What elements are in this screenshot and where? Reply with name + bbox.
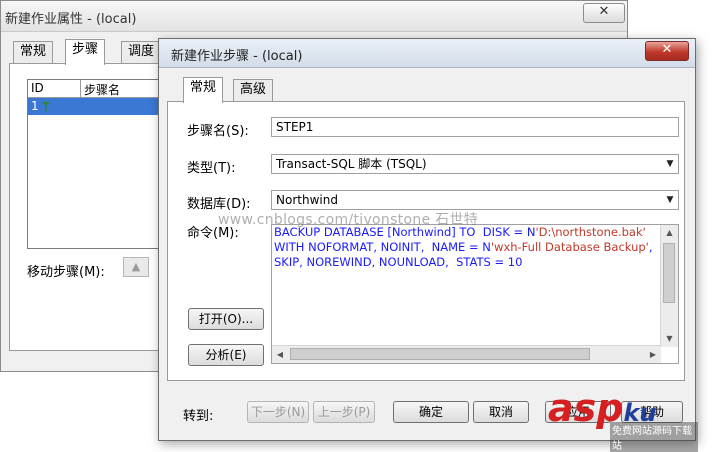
- chevron-down-icon[interactable]: ▼: [662, 191, 678, 209]
- horizontal-scrollbar[interactable]: ◀ ▶: [272, 345, 661, 363]
- column-id[interactable]: ID: [31, 81, 44, 95]
- tab-general[interactable]: 常规: [13, 41, 54, 63]
- job-properties-titlebar[interactable]: 新建作业属性 - (local) ✕: [1, 1, 627, 32]
- cancel-button[interactable]: 取消: [473, 401, 529, 423]
- logo-subtitle: 免费网站源码下载站: [610, 422, 698, 452]
- job-properties-close-button[interactable]: ✕: [583, 3, 625, 23]
- chevron-down-icon[interactable]: ▼: [662, 155, 678, 173]
- prev-step-button[interactable]: 上一步(P): [313, 401, 375, 423]
- next-step-button[interactable]: 下一步(N): [247, 401, 309, 423]
- parse-button[interactable]: 分析(E): [188, 344, 264, 366]
- step-flag-icon: [42, 101, 50, 112]
- ok-button[interactable]: 确定: [393, 401, 469, 423]
- scroll-left-icon[interactable]: ◀: [272, 346, 288, 363]
- horizontal-scroll-thumb[interactable]: [290, 348, 590, 360]
- database-select-value: Northwind: [276, 193, 338, 207]
- step-row[interactable]: 1: [28, 98, 166, 115]
- job-properties-title: 新建作业属性 - (local): [5, 12, 137, 27]
- tab-schedule[interactable]: 调度: [121, 41, 162, 63]
- dialog-title: 新建作业步骤 - (local): [171, 49, 303, 64]
- up-arrow-icon: ▲: [131, 260, 141, 273]
- command-text[interactable]: BACKUP DATABASE [Northwind] TO DISK = N'…: [274, 225, 662, 270]
- scroll-up-icon[interactable]: ▲: [661, 225, 678, 241]
- vertical-scroll-thumb[interactable]: [663, 243, 675, 303]
- column-separator: [80, 80, 81, 97]
- open-button[interactable]: 打开(O)...: [188, 308, 264, 330]
- command-textarea[interactable]: BACKUP DATABASE [Northwind] TO DISK = N'…: [271, 224, 679, 364]
- column-step-name[interactable]: 步骤名: [84, 81, 120, 98]
- tab-general[interactable]: 常规: [183, 77, 224, 103]
- move-step-label: 移动步骤(M):: [27, 265, 105, 280]
- type-label: 类型(T):: [187, 161, 236, 176]
- step-name-input[interactable]: STEP1: [271, 117, 679, 137]
- tab-steps[interactable]: 步骤: [65, 39, 106, 65]
- goto-label: 转到:: [183, 409, 214, 424]
- type-select[interactable]: Transact-SQL 脚本 (TSQL) ▼: [271, 154, 679, 174]
- dialog-titlebar[interactable]: 新建作业步骤 - (local) ✕: [159, 39, 695, 68]
- scroll-right-icon[interactable]: ▶: [645, 346, 661, 363]
- dialog-close-button[interactable]: ✕: [645, 41, 689, 61]
- step-name-label: 步骤名(S):: [187, 124, 249, 139]
- steps-list-header: ID 步骤名: [28, 80, 166, 98]
- type-select-value: Transact-SQL 脚本 (TSQL): [276, 157, 427, 171]
- move-up-button[interactable]: ▲: [123, 257, 149, 277]
- database-select[interactable]: Northwind ▼: [271, 190, 679, 210]
- steps-list[interactable]: ID 步骤名 1: [27, 79, 167, 249]
- tab-advanced[interactable]: 高级: [233, 79, 274, 101]
- site-logo: aspku 免费网站源码下载站: [548, 388, 698, 452]
- new-job-step-dialog: 新建作业步骤 - (local) ✕ 常规 高级 步骤名(S): STEP1 类…: [158, 38, 696, 441]
- blog-watermark: www.cnblogs.com/tivonstone 石世特: [218, 212, 479, 228]
- command-line-3: SKIP, NOREWIND, NOUNLOAD, STATS = 10: [274, 255, 523, 269]
- vertical-scrollbar[interactable]: ▲ ▼: [660, 225, 678, 347]
- scroll-down-icon[interactable]: ▼: [661, 331, 678, 347]
- step-row-id: 1: [31, 99, 39, 113]
- command-line-2: WITH NOFORMAT, NOINIT, NAME = N'wxh-Full…: [274, 240, 653, 254]
